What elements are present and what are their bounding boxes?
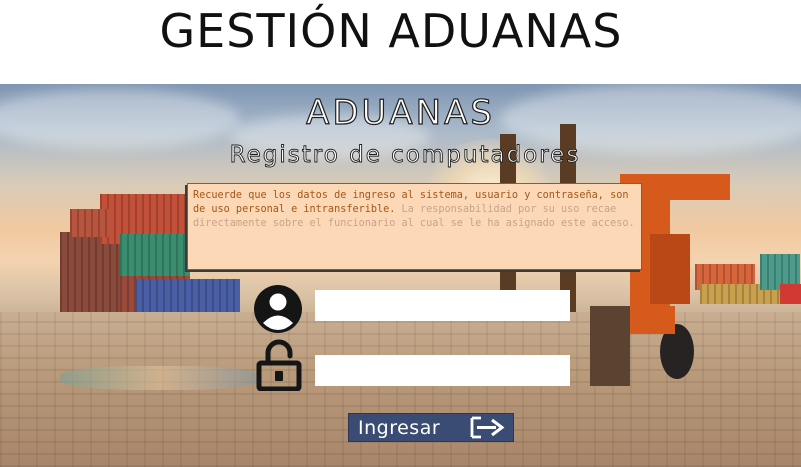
security-notice: Recuerde que los datos de ingreso al sis…: [187, 183, 642, 270]
username-input[interactable]: [315, 290, 570, 321]
page-subtitle: Registro de computadores: [229, 142, 581, 169]
password-input[interactable]: [315, 355, 570, 386]
sign-in-arrow-icon: [469, 416, 507, 439]
brand-heading: ADUANAS: [305, 92, 495, 133]
top-banner: GESTIÓN ADUANAS: [0, 0, 801, 84]
login-button-label: Ingresar: [358, 416, 441, 439]
login-page: GESTIÓN ADUANAS ADUANAS Registro de comp…: [0, 0, 801, 467]
unlock-icon: [255, 339, 303, 392]
user-circle-icon: [251, 284, 303, 334]
app-title: GESTIÓN ADUANAS: [159, 4, 623, 58]
login-button[interactable]: Ingresar: [348, 413, 514, 442]
